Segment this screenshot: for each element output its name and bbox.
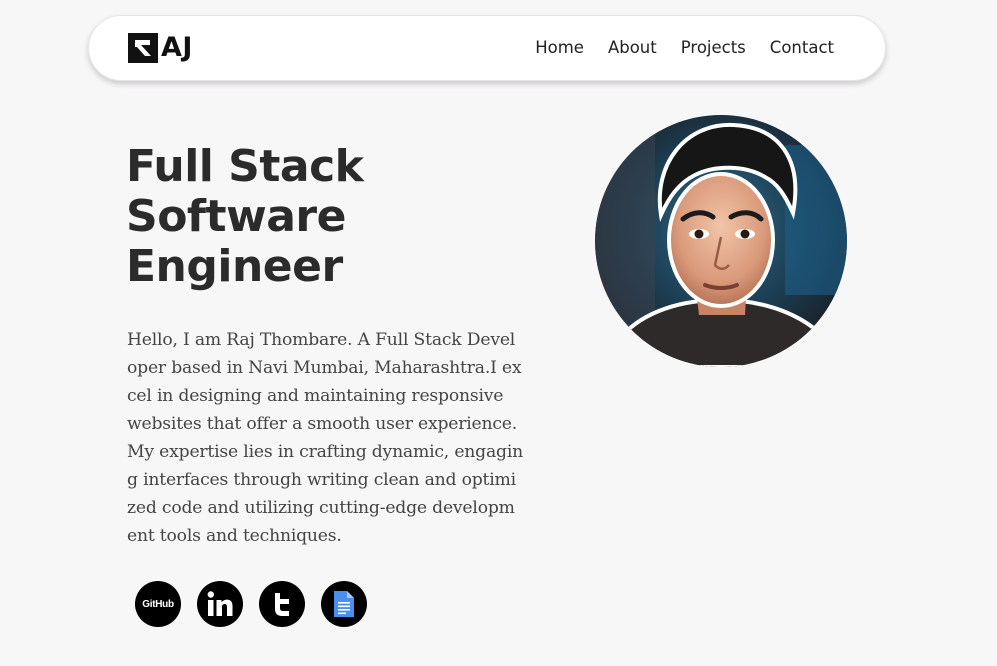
linkedin-icon — [207, 591, 233, 616]
hero-title: Full Stack Software Engineer — [126, 142, 456, 292]
hero-title-line-2: Software — [126, 191, 346, 242]
hero-bio: Hello, I am Raj Thombare. A Full Stack D… — [127, 330, 523, 546]
document-icon — [334, 591, 354, 617]
nav-link-projects[interactable]: Projects — [681, 37, 746, 59]
navbar: AJ Home About Projects Contact — [88, 15, 886, 81]
resume-link[interactable] — [321, 581, 367, 627]
profile-avatar — [595, 115, 847, 367]
github-icon: GitHub — [142, 598, 174, 610]
logo[interactable]: AJ — [128, 33, 193, 63]
hero-title-line-1: Full Stack — [126, 141, 364, 192]
linkedin-link[interactable] — [197, 581, 243, 627]
nav-links: Home About Projects Contact — [535, 37, 834, 59]
logo-r-icon — [128, 33, 158, 63]
twitter-icon — [275, 593, 289, 616]
nav-link-contact[interactable]: Contact — [770, 37, 834, 59]
nav-link-about[interactable]: About — [608, 37, 657, 59]
twitter-link[interactable] — [259, 581, 305, 627]
github-link[interactable]: GitHub — [135, 581, 181, 627]
hero-title-line-3: Engineer — [126, 241, 343, 292]
logo-text: AJ — [161, 32, 193, 63]
nav-link-home[interactable]: Home — [535, 37, 584, 59]
social-links: GitHub — [135, 581, 367, 627]
